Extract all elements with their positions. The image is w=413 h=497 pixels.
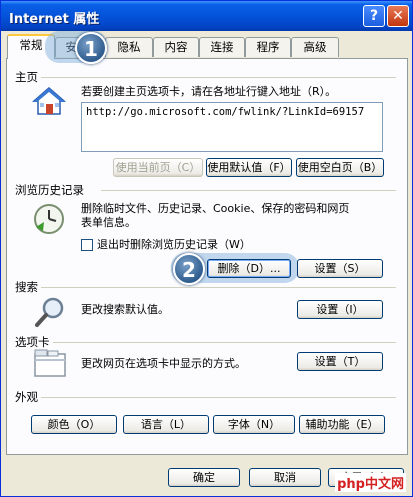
- history-settings-button[interactable]: 设置（S）: [297, 259, 383, 278]
- use-blank-button[interactable]: 使用空白页（B）: [296, 158, 384, 177]
- search-separator: [41, 287, 396, 288]
- ok-button[interactable]: 确定: [168, 468, 240, 487]
- history-section-label: 浏览历史记录: [15, 182, 87, 198]
- accessibility-button[interactable]: 辅助功能（E）: [299, 415, 385, 434]
- cancel-button[interactable]: 取消: [249, 468, 321, 487]
- home-url-input[interactable]: http://go.microsoft.com/fwlink/?LinkId=6…: [81, 102, 383, 152]
- title-bar[interactable]: Internet 属性 ? ✕: [1, 1, 412, 31]
- appearance-separator: [41, 397, 396, 398]
- fonts-button[interactable]: 字体（N）: [213, 415, 295, 434]
- tab-connections[interactable]: 连接: [199, 37, 245, 57]
- tabbed-window-icon: [33, 348, 67, 378]
- history-hint-line2: 表单信息。: [81, 216, 136, 229]
- home-section-label: 主页: [15, 69, 41, 85]
- history-clock-icon: [31, 201, 67, 237]
- close-button[interactable]: ✕: [387, 5, 409, 27]
- help-button[interactable]: ?: [363, 5, 385, 27]
- home-hint: 若要创建主页选项卡，请在各地址行键入地址（R）。: [81, 85, 337, 98]
- use-default-button[interactable]: 使用默认值（F）: [206, 158, 292, 177]
- history-hint-line1: 删除临时文件、历史记录、Cookie、保存的密码和网页: [81, 202, 350, 215]
- watermark-logo: php中文网: [335, 473, 406, 492]
- tabs-separator: [53, 342, 396, 343]
- search-settings-button[interactable]: 设置（I）: [297, 300, 383, 319]
- home-separator: [41, 77, 396, 78]
- history-separator: [101, 190, 396, 191]
- languages-button[interactable]: 语言（L）: [123, 415, 209, 434]
- use-current-button[interactable]: 使用当前页（C）: [113, 158, 203, 177]
- delete-on-exit-checkbox[interactable]: [81, 239, 93, 251]
- colors-button[interactable]: 颜色（O）: [31, 415, 117, 434]
- house-icon: [31, 85, 67, 117]
- delete-on-exit-label[interactable]: 退出时删除浏览历史记录（W）: [97, 238, 251, 252]
- magnifier-icon: [33, 295, 67, 329]
- delete-history-button[interactable]: 删除（D）...: [207, 259, 291, 278]
- tab-advanced[interactable]: 高级: [291, 37, 339, 57]
- tab-content[interactable]: 内容: [153, 37, 199, 57]
- internet-properties-dialog: Internet 属性 ? ✕ 常规 安全 隐私 内容 连接 程序 高级 主页 …: [0, 0, 413, 497]
- window-title: Internet 属性: [9, 12, 100, 27]
- callout-1-badge: 1: [75, 32, 107, 64]
- search-hint: 更改搜索默认值。: [81, 303, 169, 316]
- tab-programs[interactable]: 程序: [245, 37, 291, 57]
- appearance-section-label: 外观: [15, 389, 41, 405]
- tab-privacy[interactable]: 隐私: [105, 37, 153, 57]
- tabs-hint: 更改网页在选项卡中显示的方式。: [81, 357, 246, 370]
- tabs-settings-button[interactable]: 设置（T）: [297, 352, 383, 371]
- search-section-label: 搜索: [15, 279, 41, 295]
- callout-2-badge: 2: [173, 253, 205, 285]
